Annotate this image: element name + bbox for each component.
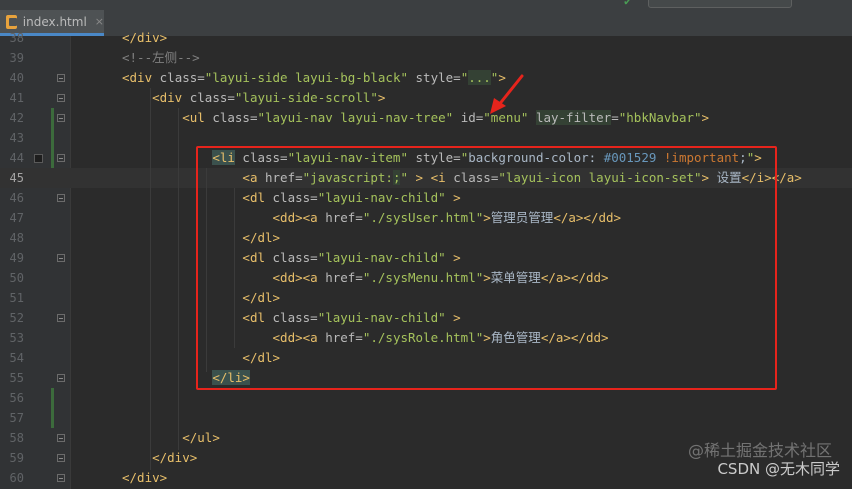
line-number[interactable]: 53 (0, 328, 24, 348)
fold-toggle-icon[interactable] (57, 474, 65, 482)
code-text[interactable]: </div> (122, 448, 197, 468)
line-number[interactable]: 39 (0, 48, 24, 68)
code-line[interactable]: 56 (0, 388, 852, 408)
code-text[interactable]: <!--左侧--> (122, 48, 200, 68)
code-line[interactable]: 57 (0, 408, 852, 428)
bookmark-icon[interactable] (34, 154, 43, 163)
vcs-change-marker[interactable] (51, 388, 54, 408)
fold-toggle-icon[interactable] (57, 114, 65, 122)
close-icon[interactable]: × (95, 15, 104, 28)
code-line[interactable]: 43 (0, 128, 852, 148)
run-configuration-selector[interactable] (648, 0, 792, 8)
code-text[interactable]: </ul> (122, 428, 220, 448)
code-line[interactable]: 42 <ul class="layui-nav layui-nav-tree" … (0, 108, 852, 128)
annotation-rectangle (196, 146, 777, 390)
line-number[interactable]: 59 (0, 448, 24, 468)
fold-toggle-icon[interactable] (57, 74, 65, 82)
code-line[interactable]: 40 <div class="layui-side layui-bg-black"… (0, 68, 852, 88)
tab-label: index.html (22, 14, 87, 29)
line-number[interactable]: 49 (0, 248, 24, 268)
fold-toggle-icon[interactable] (57, 374, 65, 382)
vcs-change-marker[interactable] (51, 408, 54, 428)
code-text[interactable]: <div class="layui-side-scroll"> (122, 88, 385, 108)
watermark-csdn: CSDN @无木同学 (717, 460, 840, 478)
code-line[interactable]: 41 <div class="layui-side-scroll"> (0, 88, 852, 108)
line-number[interactable]: 56 (0, 388, 24, 408)
line-number[interactable]: 48 (0, 228, 24, 248)
code-text[interactable]: <div class="layui-side layui-bg-black" s… (122, 68, 506, 88)
fold-toggle-icon[interactable] (57, 154, 65, 162)
line-number[interactable]: 52 (0, 308, 24, 328)
line-number[interactable]: 47 (0, 208, 24, 228)
watermark-juejin: @稀土掘金技术社区 (687, 441, 832, 460)
code-text[interactable]: </div> (122, 468, 167, 488)
line-number[interactable]: 45 (0, 168, 24, 188)
fold-toggle-icon[interactable] (57, 454, 65, 462)
fold-toggle-icon[interactable] (57, 194, 65, 202)
code-text[interactable]: <ul class="layui-nav layui-nav-tree" id=… (122, 108, 709, 128)
line-number[interactable]: 58 (0, 428, 24, 448)
check-icon[interactable]: ✔ (624, 0, 631, 8)
line-number[interactable]: 57 (0, 408, 24, 428)
indent-guide (178, 108, 179, 450)
line-number[interactable]: 43 (0, 128, 24, 148)
code-line[interactable]: 39 <!--左侧--> (0, 48, 852, 68)
line-number[interactable]: 50 (0, 268, 24, 288)
line-number[interactable]: 38 (0, 28, 24, 48)
code-text[interactable]: </div> (122, 28, 167, 48)
line-number[interactable]: 42 (0, 108, 24, 128)
fold-toggle-icon[interactable] (57, 94, 65, 102)
watermark: @稀土掘金技术社区 CSDN @无木同学 (688, 441, 840, 479)
html-file-icon (6, 14, 17, 29)
line-number[interactable]: 41 (0, 88, 24, 108)
fold-toggle-icon[interactable] (57, 314, 65, 322)
line-number[interactable]: 55 (0, 368, 24, 388)
line-number[interactable]: 51 (0, 288, 24, 308)
vcs-change-marker[interactable] (51, 128, 54, 148)
line-number[interactable]: 44 (0, 148, 24, 168)
line-number[interactable]: 46 (0, 188, 24, 208)
vcs-change-marker[interactable] (51, 148, 54, 168)
indent-guide (150, 88, 151, 470)
fold-toggle-icon[interactable] (57, 434, 65, 442)
fold-toggle-icon[interactable] (57, 254, 65, 262)
line-number[interactable]: 60 (0, 468, 24, 488)
vcs-change-marker[interactable] (51, 108, 54, 128)
line-number[interactable]: 54 (0, 348, 24, 368)
code-line[interactable]: 38 </div> (0, 28, 852, 48)
line-number[interactable]: 40 (0, 68, 24, 88)
